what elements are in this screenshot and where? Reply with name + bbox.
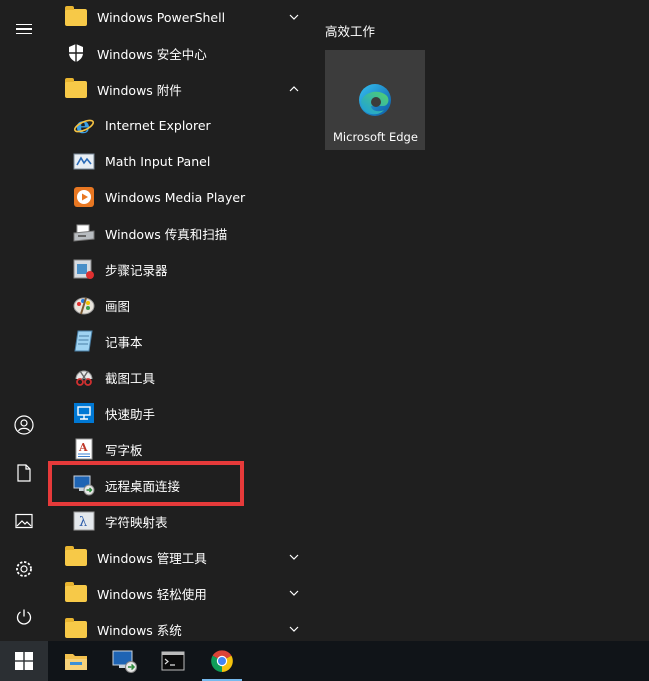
- power-button[interactable]: [0, 597, 48, 637]
- folder-icon: [64, 581, 88, 605]
- folder-icon: [64, 5, 88, 29]
- tile-microsoft-edge[interactable]: Microsoft Edge: [325, 50, 425, 150]
- folder-icon: [64, 617, 88, 641]
- chevron-down-icon: [289, 626, 299, 632]
- app-list-label: Math Input Panel: [105, 153, 211, 169]
- app-list-label: 截图工具: [105, 370, 156, 386]
- hamburger-icon: [16, 21, 32, 38]
- media-player-icon: [72, 185, 96, 209]
- app-list-item[interactable]: e Internet Explorer: [48, 107, 308, 143]
- app-list-label: 画图: [105, 298, 131, 314]
- chevron-down-icon: [289, 590, 299, 596]
- start-button[interactable]: [0, 641, 48, 681]
- fax-scan-icon: [72, 221, 96, 245]
- app-list-item[interactable]: 步骤记录器: [48, 251, 308, 287]
- character-map-icon: λ: [72, 509, 96, 533]
- snipping-tool-icon: [72, 365, 96, 389]
- gear-icon: [16, 561, 32, 577]
- file-explorer-icon: [65, 654, 87, 670]
- taskbar-remote-desktop[interactable]: [101, 641, 149, 681]
- app-list-label: 步骤记录器: [105, 262, 168, 278]
- app-list-label: Windows 安全中心: [97, 46, 207, 62]
- folder-icon: [64, 545, 88, 569]
- paint-icon: [72, 293, 96, 317]
- app-list-item[interactable]: Windows 轻松使用: [48, 575, 308, 611]
- pictures-button[interactable]: [0, 501, 48, 541]
- taskbar: [0, 641, 649, 681]
- documents-button[interactable]: [0, 453, 48, 493]
- app-list-label: Windows 管理工具: [97, 550, 207, 566]
- taskbar-file-explorer[interactable]: [52, 641, 100, 681]
- settings-button[interactable]: [0, 549, 48, 589]
- app-list: Windows PowerShell Windows 安全中心 Windows …: [48, 0, 308, 641]
- app-list-label: 字符映射表: [105, 514, 168, 530]
- app-list-item[interactable]: 快速助手: [48, 395, 308, 431]
- app-list-item[interactable]: 截图工具: [48, 359, 308, 395]
- app-list-item[interactable]: 画图: [48, 287, 308, 323]
- chevron-down-icon: [289, 554, 299, 560]
- chevron-down-icon: [289, 14, 299, 20]
- app-list-label: 记事本: [105, 334, 143, 350]
- pictures-icon: [15, 513, 33, 529]
- windows-logo-icon: [15, 652, 33, 670]
- app-list-label: Windows 附件: [97, 82, 182, 98]
- remote-desktop-icon: [112, 650, 137, 673]
- chevron-up-icon: [289, 86, 299, 92]
- app-list-item[interactable]: Windows PowerShell: [48, 0, 308, 35]
- app-list-item[interactable]: λ 字符映射表: [48, 503, 308, 539]
- folder-icon: [64, 77, 88, 101]
- app-list-label: Internet Explorer: [105, 117, 211, 133]
- tile-group-title: 高效工作: [325, 24, 376, 39]
- wordpad-icon: A: [72, 437, 96, 461]
- app-list-item[interactable]: Windows 管理工具: [48, 539, 308, 575]
- app-list-label: 写字板: [105, 442, 143, 458]
- user-icon: [14, 415, 34, 435]
- app-list-label: Windows 系统: [97, 622, 182, 638]
- taskbar-chrome[interactable]: [198, 641, 246, 681]
- taskbar-command-prompt[interactable]: [149, 641, 197, 681]
- edge-icon: [359, 84, 391, 116]
- quick-assist-icon: [72, 401, 96, 425]
- app-list-item[interactable]: 记事本: [48, 323, 308, 359]
- terminal-icon: [161, 651, 185, 671]
- app-list-label: Windows 传真和扫描: [105, 226, 228, 242]
- app-list-item[interactable]: Math Input Panel: [48, 143, 308, 179]
- app-list-item[interactable]: Windows Media Player: [48, 179, 308, 215]
- chrome-icon: [211, 650, 233, 672]
- notepad-icon: [72, 329, 96, 353]
- start-left-rail: [0, 0, 48, 641]
- steps-recorder-icon: [72, 257, 96, 281]
- app-list-label: 快速助手: [105, 406, 156, 422]
- document-icon: [17, 464, 31, 482]
- svg-text:A: A: [78, 441, 88, 454]
- power-icon: [16, 609, 32, 625]
- svg-text:λ: λ: [79, 515, 87, 530]
- shield-icon: [64, 41, 88, 65]
- hamburger-menu-button[interactable]: [0, 9, 48, 49]
- app-list-item[interactable]: Windows 传真和扫描: [48, 215, 308, 251]
- app-list-label: Windows PowerShell: [97, 9, 226, 25]
- app-list-label: Windows 轻松使用: [97, 586, 207, 602]
- annotation-highlight-box: [48, 461, 244, 506]
- app-list-item[interactable]: Windows 安全中心: [48, 35, 308, 71]
- math-input-panel-icon: [72, 149, 96, 173]
- internet-explorer-icon: e: [72, 113, 96, 137]
- account-button[interactable]: [0, 405, 48, 445]
- tile-label: Microsoft Edge: [333, 130, 418, 144]
- app-list-label: Windows Media Player: [105, 189, 246, 205]
- app-list-item[interactable]: Windows 附件: [48, 71, 308, 107]
